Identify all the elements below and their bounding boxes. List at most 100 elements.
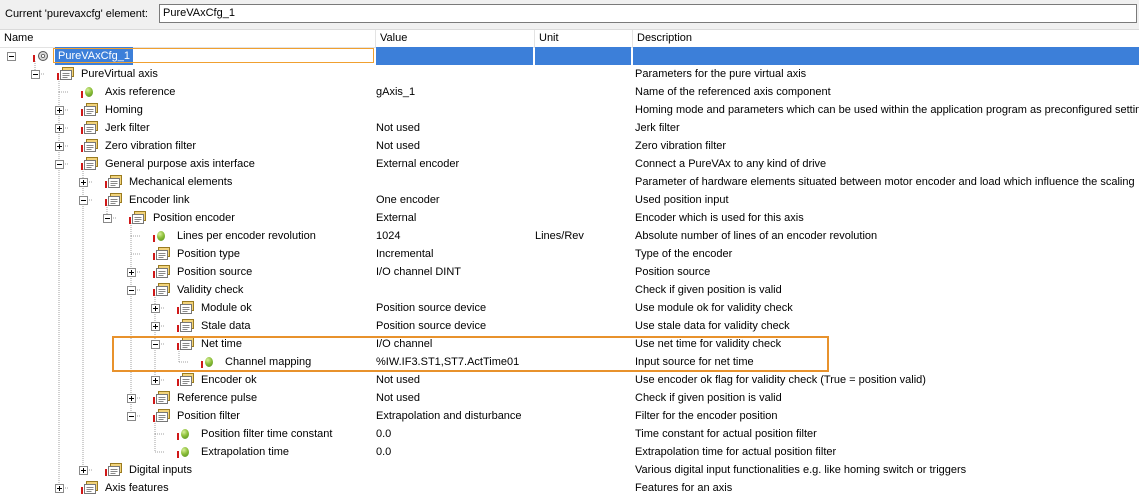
value-cell[interactable] (376, 47, 533, 65)
tree-item-name[interactable]: Position filter (177, 407, 240, 425)
value-cell[interactable] (376, 281, 532, 299)
tree-row[interactable]: Validity check Check if given position is… (0, 281, 1139, 299)
current-element-field[interactable]: PureVAxCfg_1 (159, 4, 1137, 23)
tree-item-name[interactable]: Net time (201, 335, 242, 353)
value-cell[interactable]: Position source device (376, 299, 532, 317)
tree-row[interactable]: Digital inputs Various digital input func… (0, 461, 1139, 479)
tree-item-name[interactable]: Jerk filter (105, 119, 150, 137)
tree-row[interactable]: Encoder link One encoder Used position inp… (0, 191, 1139, 209)
tree-row[interactable]: Homing Homing mode and parameters which c… (0, 101, 1139, 119)
tree-item-name[interactable]: Encoder ok (201, 371, 257, 389)
expand-icon[interactable] (127, 268, 136, 277)
collapse-icon[interactable] (127, 286, 136, 295)
tree-row[interactable]: Lines per encoder revolution 1024 Lines/Re… (0, 227, 1139, 245)
value-cell[interactable]: 1024 (376, 227, 532, 245)
tree-row[interactable]: Axis features Features for an axis (0, 479, 1139, 497)
tree-item-name[interactable]: Lines per encoder revolution (177, 227, 316, 245)
value-cell[interactable]: Not used (376, 137, 532, 155)
tree-item-name[interactable]: Reference pulse (177, 389, 257, 407)
expand-icon[interactable] (79, 178, 88, 187)
expand-icon[interactable] (55, 142, 64, 151)
value-cell[interactable]: Not used (376, 119, 532, 137)
tree-item-name[interactable]: PureVirtual axis (81, 65, 158, 83)
tree-item-name[interactable]: Module ok (201, 299, 252, 317)
value-cell[interactable] (376, 479, 532, 497)
value-cell[interactable]: I/O channel (376, 335, 532, 353)
tree-item-name[interactable]: Axis features (105, 479, 169, 497)
value-cell[interactable]: 0.0 (376, 443, 532, 461)
tree-item-name[interactable]: Position filter time constant (201, 425, 332, 443)
tree-row[interactable]: Encoder ok Not used Use encoder ok flag fo… (0, 371, 1139, 389)
value-cell[interactable]: External encoder (376, 155, 532, 173)
tree-row[interactable]: Zero vibration filter Not used Zero vibrat… (0, 137, 1139, 155)
value-cell[interactable] (376, 65, 532, 83)
value-cell[interactable] (376, 461, 532, 479)
tree-row[interactable]: Reference pulse Not used Check if given po… (0, 389, 1139, 407)
collapse-icon[interactable] (31, 70, 40, 79)
tree-row[interactable]: Position filter time constant 0.0 Time con… (0, 425, 1139, 443)
value-cell[interactable]: External (376, 209, 532, 227)
expand-icon[interactable] (55, 124, 64, 133)
tree-row[interactable]: Extrapolation time 0.0 Extrapolation time … (0, 443, 1139, 461)
column-name[interactable]: Name (0, 30, 376, 47)
collapse-icon[interactable] (127, 412, 136, 421)
tree-item-name[interactable]: Extrapolation time (201, 443, 289, 461)
value-cell[interactable]: gAxis_1 (376, 83, 532, 101)
value-cell[interactable]: I/O channel DINT (376, 263, 532, 281)
expand-icon[interactable] (127, 394, 136, 403)
unit-cell (535, 47, 631, 65)
column-value[interactable]: Value (376, 30, 535, 47)
tree-item-name[interactable]: Validity check (177, 281, 243, 299)
value-cell[interactable]: Extrapolation and disturbance (376, 407, 532, 425)
tree-row[interactable]: Net time I/O channel Use net time for vali… (0, 335, 1139, 353)
expand-icon[interactable] (151, 376, 160, 385)
value-cell[interactable] (376, 101, 532, 119)
expand-icon[interactable] (151, 322, 160, 331)
value-cell[interactable]: 0.0 (376, 425, 532, 443)
collapse-icon[interactable] (79, 196, 88, 205)
expand-icon[interactable] (151, 304, 160, 313)
tree-item-name[interactable]: Homing (105, 101, 143, 119)
expand-icon[interactable] (55, 106, 64, 115)
tree-item-name[interactable]: Axis reference (105, 83, 175, 101)
column-unit[interactable]: Unit (535, 30, 633, 47)
tree-item-name[interactable]: Position source (177, 263, 252, 281)
tree-row[interactable]: Module ok Position source device Use modul… (0, 299, 1139, 317)
tree-row[interactable]: Jerk filter Not used Jerk filter (0, 119, 1139, 137)
tree-row[interactable]: Position filter Extrapolation and disturb… (0, 407, 1139, 425)
tree-row[interactable]: Position encoder External Encoder which is… (0, 209, 1139, 227)
value-cell[interactable] (376, 173, 532, 191)
expand-icon[interactable] (79, 466, 88, 475)
tree-item-name[interactable]: Zero vibration filter (105, 137, 196, 155)
tree-item-name[interactable]: General purpose axis interface (105, 155, 255, 173)
value-cell[interactable]: One encoder (376, 191, 532, 209)
expand-icon[interactable] (55, 484, 64, 493)
tree-row[interactable]: Channel mapping %IW.IF3.ST1,ST7.ActTime01… (0, 353, 1139, 371)
value-cell[interactable]: Incremental (376, 245, 532, 263)
collapse-icon[interactable] (151, 340, 160, 349)
tree-row[interactable]: Mechanical elements Parameter of hardware… (0, 173, 1139, 191)
tree-item-name[interactable]: Channel mapping (225, 353, 311, 371)
tree-row[interactable]: Position type Incremental Type of the enco… (0, 245, 1139, 263)
tree-row[interactable]: PureVAxCfg_1 (0, 47, 1139, 65)
collapse-icon[interactable] (7, 52, 16, 61)
collapse-icon[interactable] (103, 214, 112, 223)
tree-item-name[interactable]: Digital inputs (129, 461, 192, 479)
tree-item-name[interactable]: Encoder link (129, 191, 190, 209)
tree-row[interactable]: Position source I/O channel DINT Position … (0, 263, 1139, 281)
collapse-icon[interactable] (55, 160, 64, 169)
column-description[interactable]: Description (633, 30, 1139, 47)
value-cell[interactable]: Not used (376, 389, 532, 407)
tree-item-name[interactable]: Position encoder (153, 209, 235, 227)
tree-row[interactable]: Axis reference gAxis_1 Name of the referen… (0, 83, 1139, 101)
tree-item-name[interactable]: Position type (177, 245, 240, 263)
description-cell: Check if given position is valid (635, 392, 782, 404)
tree-row[interactable]: General purpose axis interface External e… (0, 155, 1139, 173)
tree-row[interactable]: Stale data Position source device Use stal… (0, 317, 1139, 335)
tree-item-name[interactable]: Stale data (201, 317, 251, 335)
value-cell[interactable]: %IW.IF3.ST1,ST7.ActTime01 (376, 353, 532, 371)
tree-item-name[interactable]: Mechanical elements (129, 173, 232, 191)
value-cell[interactable]: Not used (376, 371, 532, 389)
tree-row[interactable]: PureVirtual axis Parameters for the pure … (0, 65, 1139, 83)
value-cell[interactable]: Position source device (376, 317, 532, 335)
